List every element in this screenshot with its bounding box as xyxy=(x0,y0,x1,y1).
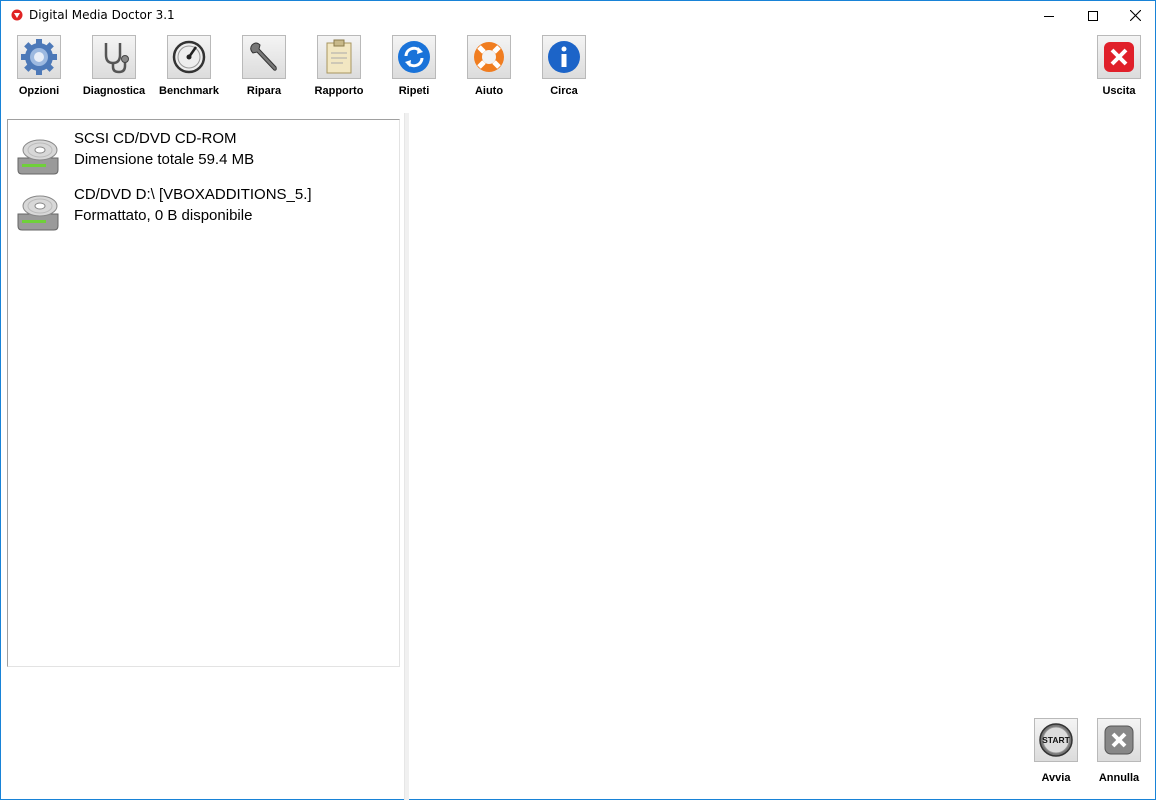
options-button[interactable]: Opzioni xyxy=(9,35,69,101)
minimize-icon xyxy=(1044,15,1054,17)
report-button[interactable]: Rapporto xyxy=(309,35,369,101)
start-icon-text: START xyxy=(1042,735,1071,745)
list-item[interactable]: SCSI CD/DVD CD-ROM Dimensione totale 59.… xyxy=(12,128,392,178)
help-label: Aiuto xyxy=(474,85,504,97)
gear-icon xyxy=(17,35,61,79)
cancel-icon xyxy=(1097,718,1141,762)
start-icon: START xyxy=(1034,718,1078,762)
panel-splitter[interactable] xyxy=(404,113,409,800)
app-window: Digital Media Doctor 3.1 Opzioni Diagnos… xyxy=(0,0,1156,800)
drive-name: SCSI CD/DVD CD-ROM xyxy=(74,130,237,147)
title-bar[interactable]: Digital Media Doctor 3.1 xyxy=(1,1,1155,30)
diagnostics-label: Diagnostica xyxy=(82,85,146,97)
drive-info: Formattato, 0 B disponibile xyxy=(74,207,253,224)
help-button[interactable]: Aiuto xyxy=(459,35,519,101)
window-title: Digital Media Doctor 3.1 xyxy=(29,8,175,22)
start-button[interactable]: START Avvia xyxy=(1026,718,1086,788)
cancel-button[interactable]: Annulla xyxy=(1089,718,1149,788)
options-label: Opzioni xyxy=(18,85,60,97)
clipboard-icon xyxy=(317,35,361,79)
cancel-label: Annulla xyxy=(1098,772,1140,784)
diagnostics-button[interactable]: Diagnostica xyxy=(83,35,145,101)
about-button[interactable]: Circa xyxy=(534,35,594,101)
drive-info: Dimensione totale 59.4 MB xyxy=(74,151,255,168)
report-label: Rapporto xyxy=(314,85,364,97)
list-item[interactable]: CD/DVD D:\ [VBOXADDITIONS_5.] Formattato… xyxy=(12,184,392,234)
about-label: Circa xyxy=(550,85,578,97)
minimize-button[interactable] xyxy=(1027,1,1071,30)
info-icon xyxy=(542,35,586,79)
maximize-icon xyxy=(1088,10,1098,21)
drive-list[interactable]: SCSI CD/DVD CD-ROM Dimensione totale 59.… xyxy=(7,119,400,667)
lifebuoy-icon xyxy=(467,35,511,79)
exit-icon xyxy=(1097,35,1141,79)
maximize-button[interactable] xyxy=(1071,1,1115,30)
stethoscope-icon xyxy=(92,35,136,79)
repeat-button[interactable]: Ripeti xyxy=(384,35,444,101)
app-logo-icon xyxy=(11,9,23,21)
exit-label: Uscita xyxy=(1102,85,1136,97)
wrench-icon xyxy=(242,35,286,79)
repair-label: Ripara xyxy=(246,85,282,97)
refresh-icon xyxy=(392,35,436,79)
close-window-button[interactable] xyxy=(1113,1,1156,30)
exit-button[interactable]: Uscita xyxy=(1089,35,1149,101)
optical-drive-icon xyxy=(17,139,59,175)
benchmark-label: Benchmark xyxy=(159,85,219,97)
drive-name: CD/DVD D:\ [VBOXADDITIONS_5.] xyxy=(74,186,312,203)
optical-drive-icon xyxy=(17,195,59,231)
details-panel xyxy=(410,113,1154,713)
repair-button[interactable]: Ripara xyxy=(234,35,294,101)
benchmark-button[interactable]: Benchmark xyxy=(159,35,219,101)
close-icon xyxy=(1129,10,1141,21)
repeat-label: Ripeti xyxy=(398,85,430,97)
gauge-icon xyxy=(167,35,211,79)
